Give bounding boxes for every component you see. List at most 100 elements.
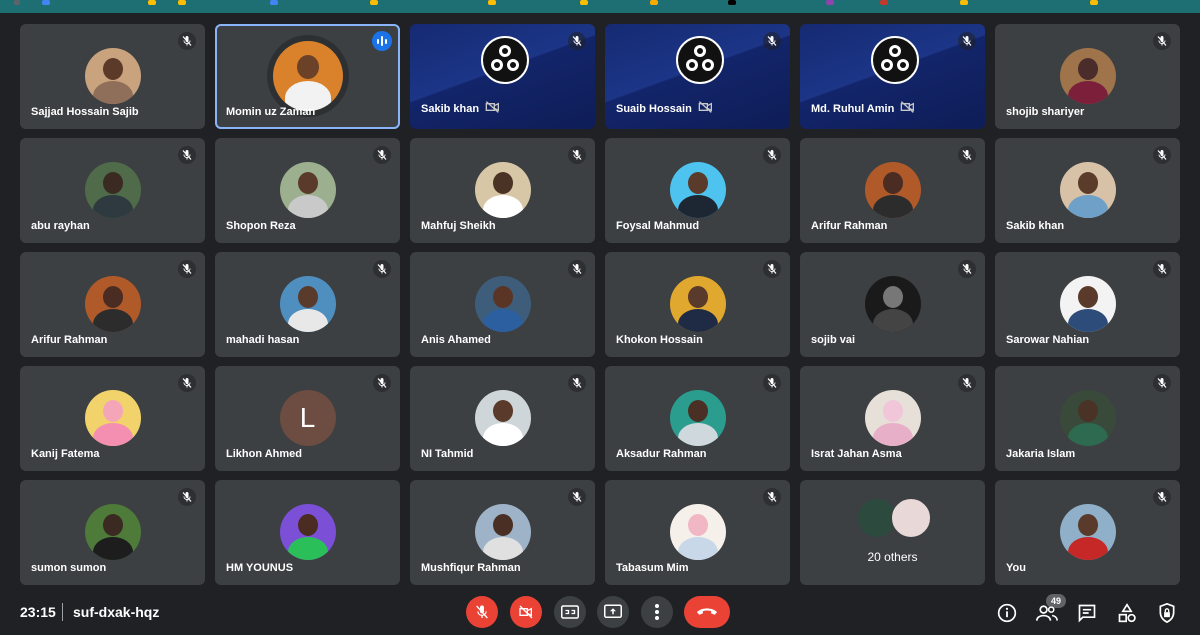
bookmark-icon[interactable]: [728, 0, 736, 5]
participant-avatar: [84, 162, 141, 218]
participant-tile[interactable]: Mushfiqur Rahman: [410, 480, 595, 585]
mic-off-icon: [767, 36, 777, 46]
muted-indicator: [568, 260, 586, 278]
leave-call-button[interactable]: [684, 596, 730, 628]
people-button[interactable]: [1036, 602, 1058, 624]
bookmark-icon[interactable]: [178, 0, 186, 5]
participant-tile[interactable]: Kanij Fatema: [20, 366, 205, 471]
participant-avatar: [1059, 504, 1116, 560]
participant-tile[interactable]: Sakib khan: [995, 138, 1180, 243]
participant-tile[interactable]: Arifur Rahman: [800, 138, 985, 243]
mic-off-icon: [572, 36, 582, 46]
bookmark-icon[interactable]: [580, 0, 588, 5]
participant-avatar: [891, 498, 931, 538]
bookmark-icon[interactable]: [826, 0, 834, 5]
participant-avatar: [1059, 276, 1116, 332]
participant-tile[interactable]: sojib vai: [800, 252, 985, 357]
participant-avatar: [84, 390, 141, 446]
meeting-code[interactable]: suf-dxak-hqz: [73, 604, 159, 620]
bookmark-icon[interactable]: [488, 0, 496, 5]
participant-avatar: [84, 276, 141, 332]
participant-tile[interactable]: Shopon Reza: [215, 138, 400, 243]
mic-off-icon: [377, 150, 387, 160]
present-screen-icon: [604, 604, 622, 618]
participant-initial-avatar: L: [279, 390, 336, 446]
mic-off-icon: [182, 492, 192, 502]
mic-off-icon: [767, 150, 777, 160]
participant-tile[interactable]: Sakib khan: [410, 24, 595, 129]
bookmark-icon[interactable]: [370, 0, 378, 5]
mic-off-icon: [377, 264, 387, 274]
participant-tile[interactable]: Tabasum Mim: [605, 480, 790, 585]
bookmark-icon[interactable]: [14, 0, 20, 5]
participant-tile[interactable]: Mahfuj Sheikh: [410, 138, 595, 243]
participant-name: Suaib Hossain: [616, 103, 692, 115]
participant-avatar: [84, 48, 141, 104]
participant-avatar: [864, 276, 921, 332]
participant-name: mahadi hasan: [226, 334, 300, 346]
captions-button[interactable]: [554, 596, 586, 628]
more-options-button[interactable]: [641, 596, 673, 628]
participant-tile[interactable]: Israt Jahan Asma: [800, 366, 985, 471]
participant-tile[interactable]: Arifur Rahman: [20, 252, 205, 357]
participant-name: HM YOUNUS: [226, 562, 294, 574]
participant-name: Israt Jahan Asma: [811, 448, 902, 460]
participant-name: Jakaria Islam: [1006, 448, 1076, 460]
meeting-details-button[interactable]: [996, 602, 1018, 624]
mic-off-icon: [182, 150, 192, 160]
participant-name: Likhon Ahmed: [226, 448, 302, 460]
muted-indicator: [568, 488, 586, 506]
participant-tile[interactable]: Aksadur Rahman: [605, 366, 790, 471]
mic-off-icon: [182, 36, 192, 46]
muted-indicator: [178, 32, 196, 50]
bookmark-icon[interactable]: [650, 0, 658, 5]
participant-tile[interactable]: You: [995, 480, 1180, 585]
participant-tile[interactable]: L Likhon Ahmed: [215, 366, 400, 471]
participant-name: Shopon Reza: [226, 220, 296, 232]
participant-tile[interactable]: Suaib Hossain: [605, 24, 790, 129]
others-tile[interactable]: 20 others: [800, 480, 985, 585]
bookmark-icon[interactable]: [270, 0, 278, 5]
bookmark-icon[interactable]: [880, 0, 888, 5]
microphone-toggle-button[interactable]: [466, 596, 498, 628]
mic-off-icon: [767, 378, 777, 388]
bookmark-icon[interactable]: [1090, 0, 1098, 5]
participant-tile[interactable]: Sarowar Nahian: [995, 252, 1180, 357]
bookmark-icon[interactable]: [148, 0, 156, 5]
participant-avatar: [1059, 162, 1116, 218]
chat-button[interactable]: [1076, 602, 1098, 624]
host-controls-button[interactable]: [1156, 602, 1178, 624]
camera-off-indicator: [900, 100, 916, 118]
participant-name: Anis Ahamed: [421, 334, 491, 346]
mic-off-icon: [1157, 492, 1167, 502]
participant-tile[interactable]: mahadi hasan: [215, 252, 400, 357]
participant-tile[interactable]: sumon sumon: [20, 480, 205, 585]
camera-off-icon: [519, 605, 533, 619]
participant-avatar: [279, 276, 336, 332]
mic-off-icon: [182, 264, 192, 274]
muted-indicator: [1153, 32, 1171, 50]
chat-icon: [1078, 604, 1096, 623]
participant-tile[interactable]: Momin uz Zaman: [215, 24, 400, 129]
participant-tile[interactable]: NI Tahmid: [410, 366, 595, 471]
participant-tile[interactable]: Md. Ruhul Amin: [800, 24, 985, 129]
bookmark-icon[interactable]: [960, 0, 968, 5]
participant-tile[interactable]: shojib shariyer: [995, 24, 1180, 129]
participant-avatar: [669, 162, 726, 218]
camera-toggle-button[interactable]: [510, 596, 542, 628]
participant-avatar: [279, 162, 336, 218]
participant-tile[interactable]: Jakaria Islam: [995, 366, 1180, 471]
obs-avatar: [870, 36, 919, 84]
participant-tile[interactable]: Khokon Hossain: [605, 252, 790, 357]
present-screen-button[interactable]: [597, 596, 629, 628]
participant-tile[interactable]: HM YOUNUS: [215, 480, 400, 585]
participant-name: Mahfuj Sheikh: [421, 220, 496, 232]
participant-tile[interactable]: Anis Ahamed: [410, 252, 595, 357]
participant-tile[interactable]: Sajjad Hossain Sajib: [20, 24, 205, 129]
activities-button[interactable]: [1116, 602, 1138, 624]
participant-tile[interactable]: Foysal Mahmud: [605, 138, 790, 243]
obs-avatar: [480, 36, 529, 84]
bookmark-icon[interactable]: [42, 0, 50, 5]
obs-logo-icon: [681, 42, 718, 78]
participant-tile[interactable]: abu rayhan: [20, 138, 205, 243]
